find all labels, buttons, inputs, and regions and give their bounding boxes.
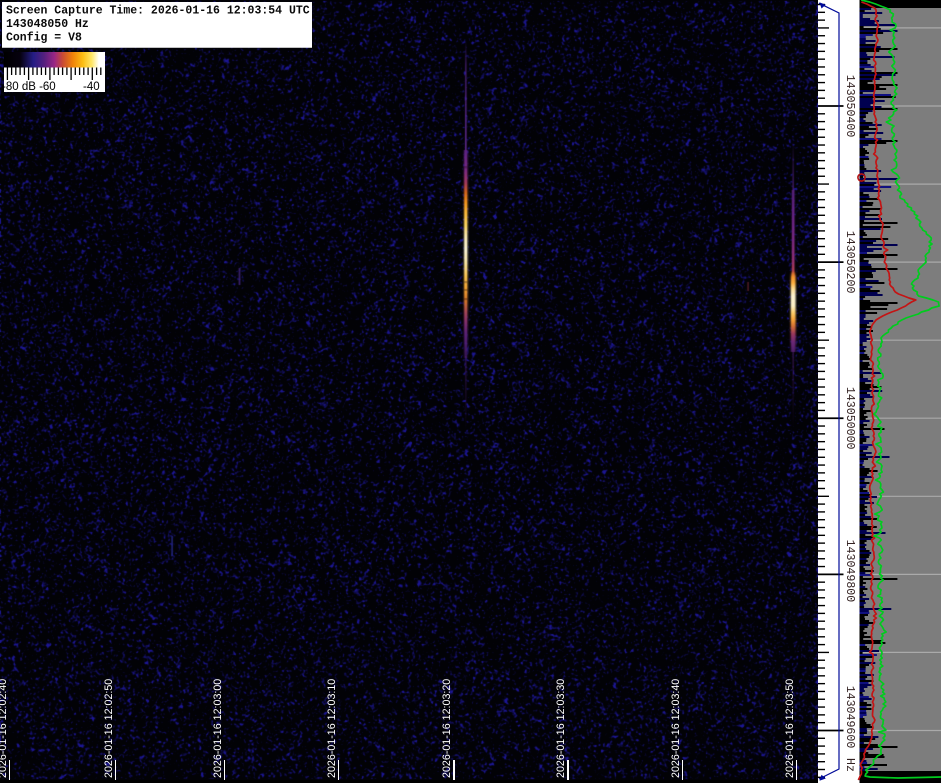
svg-text:143049800: 143049800 xyxy=(843,540,856,603)
svg-text:143050400: 143050400 xyxy=(843,75,856,138)
svg-text:-40: -40 xyxy=(83,81,100,92)
svg-text:143050000: 143050000 xyxy=(843,387,856,450)
svg-text:143049600: 143049600 xyxy=(843,686,856,749)
svg-text:-80 dB -60: -80 dB -60 xyxy=(4,81,56,92)
svg-text:Hz: Hz xyxy=(843,758,856,772)
svg-text:143050200: 143050200 xyxy=(843,231,856,294)
